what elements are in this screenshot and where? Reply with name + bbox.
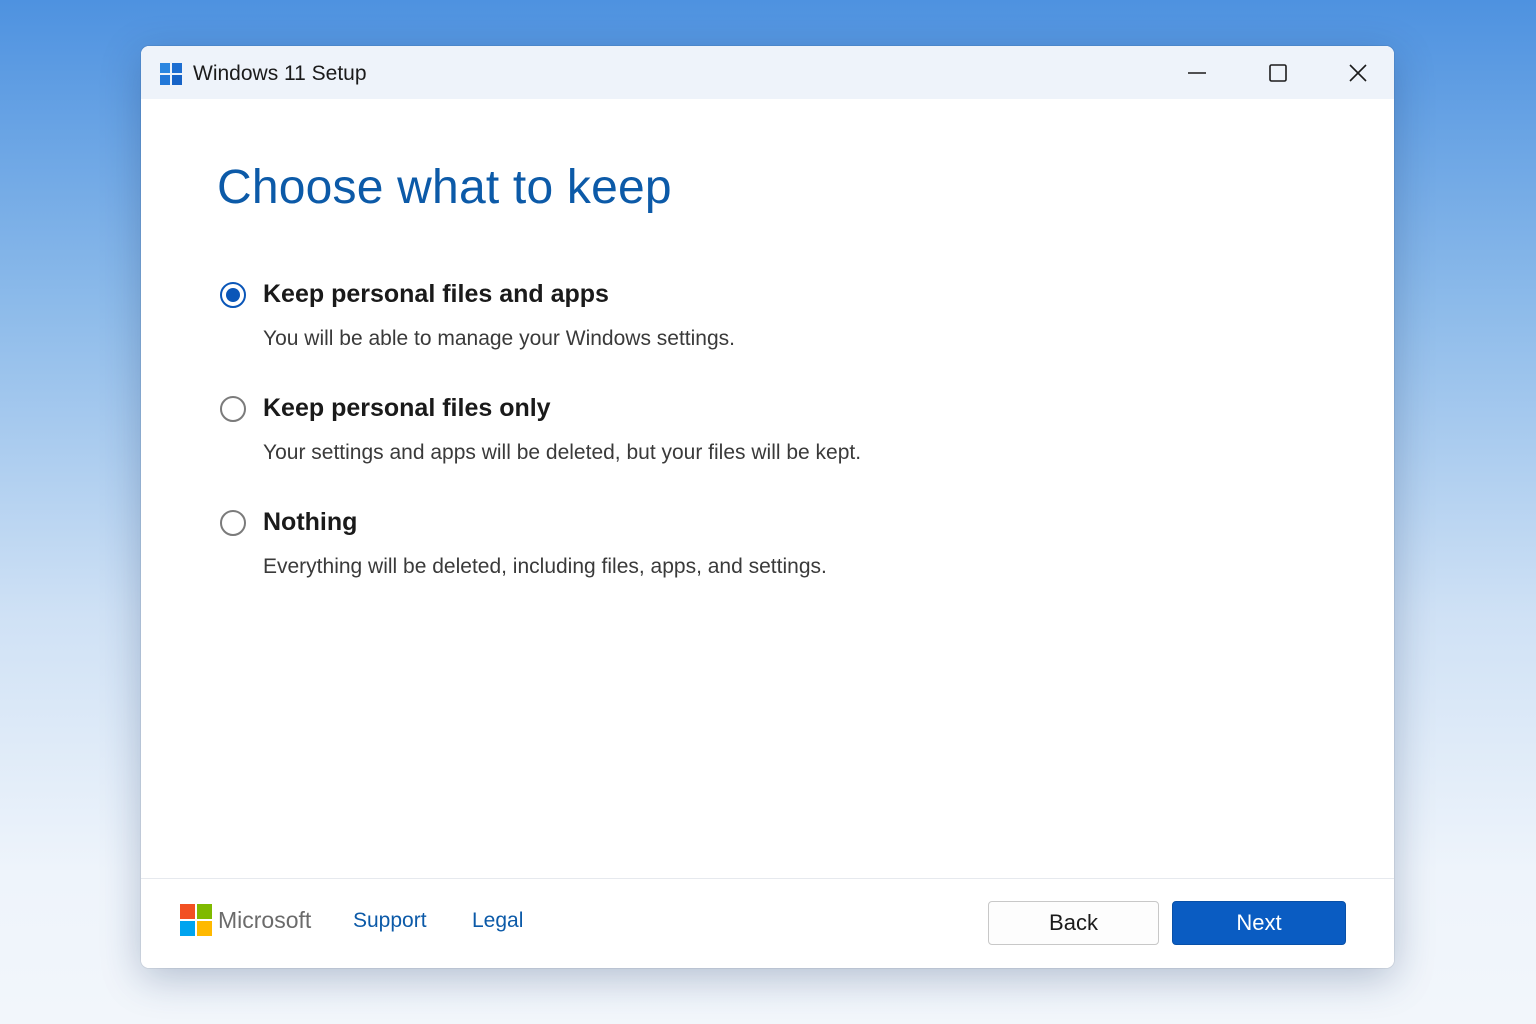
option-keep-files-and-apps[interactable]: Keep personal files and apps You will be… (220, 280, 1020, 370)
option-description: Your settings and apps will be deleted, … (263, 441, 862, 464)
radio-nothing[interactable] (220, 510, 246, 536)
minimize-icon (1188, 71, 1206, 74)
microsoft-logo-icon (180, 904, 212, 936)
footer: Microsoft Support Legal Back Next (141, 878, 1394, 968)
close-button[interactable] (1328, 46, 1388, 99)
option-nothing[interactable]: Nothing Everything will be deleted, incl… (220, 508, 1020, 598)
option-description: You will be able to manage your Windows … (263, 327, 735, 350)
radio-keep-files-only[interactable] (220, 396, 246, 422)
minimize-button[interactable] (1167, 46, 1227, 99)
legal-link[interactable]: Legal (472, 909, 523, 933)
option-description: Everything will be deleted, including fi… (263, 555, 827, 578)
option-label: Keep personal files only (263, 394, 551, 422)
windows-logo-icon (160, 63, 182, 85)
back-button[interactable]: Back (988, 901, 1159, 945)
support-link[interactable]: Support (353, 909, 427, 933)
radio-keep-files-and-apps[interactable] (220, 282, 246, 308)
setup-window: Windows 11 Setup Choose what to keep Kee… (141, 46, 1394, 968)
next-button[interactable]: Next (1172, 901, 1346, 945)
option-label: Nothing (263, 508, 358, 536)
title-bar[interactable]: Windows 11 Setup (141, 46, 1394, 99)
window-title: Windows 11 Setup (193, 62, 367, 85)
maximize-button[interactable] (1248, 46, 1308, 99)
microsoft-wordmark: Microsoft (218, 907, 312, 933)
close-icon (1349, 63, 1367, 82)
page-title: Choose what to keep (217, 161, 672, 214)
option-label: Keep personal files and apps (263, 280, 609, 308)
maximize-icon (1269, 63, 1287, 82)
option-keep-files-only[interactable]: Keep personal files only Your settings a… (220, 394, 1020, 484)
